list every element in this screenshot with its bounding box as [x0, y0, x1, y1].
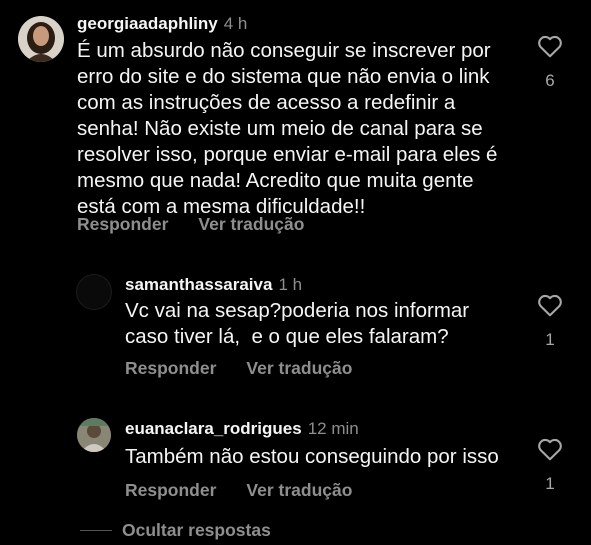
comment-time: 1 h — [278, 275, 303, 294]
comment-actions: Responder Ver tradução — [77, 214, 304, 235]
username-text[interactable]: georgiaadaphliny — [77, 14, 218, 33]
comment-username[interactable]: samanthassaraiva 1 h — [125, 275, 302, 295]
comment-time: 12 min — [307, 419, 359, 438]
reply-button[interactable]: Responder — [125, 358, 216, 378]
like-count: 1 — [545, 474, 555, 493]
like-count: 1 — [545, 330, 555, 349]
comment-actions: Responder Ver tradução — [125, 480, 352, 501]
reply-button[interactable]: Responder — [77, 214, 168, 234]
comment-username[interactable]: georgiaadaphliny 4 h — [77, 14, 247, 34]
comment-actions: Responder Ver tradução — [125, 358, 352, 379]
heart-outline-icon[interactable] — [537, 34, 563, 58]
divider-line — [80, 530, 112, 531]
user-avatar-photo — [77, 418, 111, 452]
comment-text: É um absurdo não conseguir se inscrever … — [77, 39, 498, 218]
avatar[interactable] — [77, 275, 111, 309]
translate-button[interactable]: Ver tradução — [246, 480, 352, 500]
heart-outline-icon[interactable] — [537, 293, 563, 317]
hide-replies-button[interactable]: Ocultar respostas — [80, 520, 271, 541]
avatar[interactable] — [18, 16, 64, 62]
heart-outline-icon[interactable] — [537, 437, 563, 461]
comment-text: Vc vai na sesap?poderia nos informar cas… — [125, 299, 470, 348]
avatar[interactable] — [77, 418, 111, 452]
hide-replies-label[interactable]: Ocultar respostas — [122, 520, 271, 540]
user-avatar-photo — [18, 16, 64, 62]
reply-button[interactable]: Responder — [125, 480, 216, 500]
comment-username[interactable]: euanaclara_rodrigues 12 min — [125, 419, 359, 439]
translate-button[interactable]: Ver tradução — [198, 214, 304, 234]
comment-text: Também não estou conseguindo por isso — [125, 445, 499, 468]
like-count: 6 — [545, 71, 555, 90]
username-text[interactable]: euanaclara_rodrigues — [125, 419, 302, 438]
username-text[interactable]: samanthassaraiva — [125, 275, 272, 294]
translate-button[interactable]: Ver tradução — [246, 358, 352, 378]
comment-time: 4 h — [223, 14, 248, 33]
